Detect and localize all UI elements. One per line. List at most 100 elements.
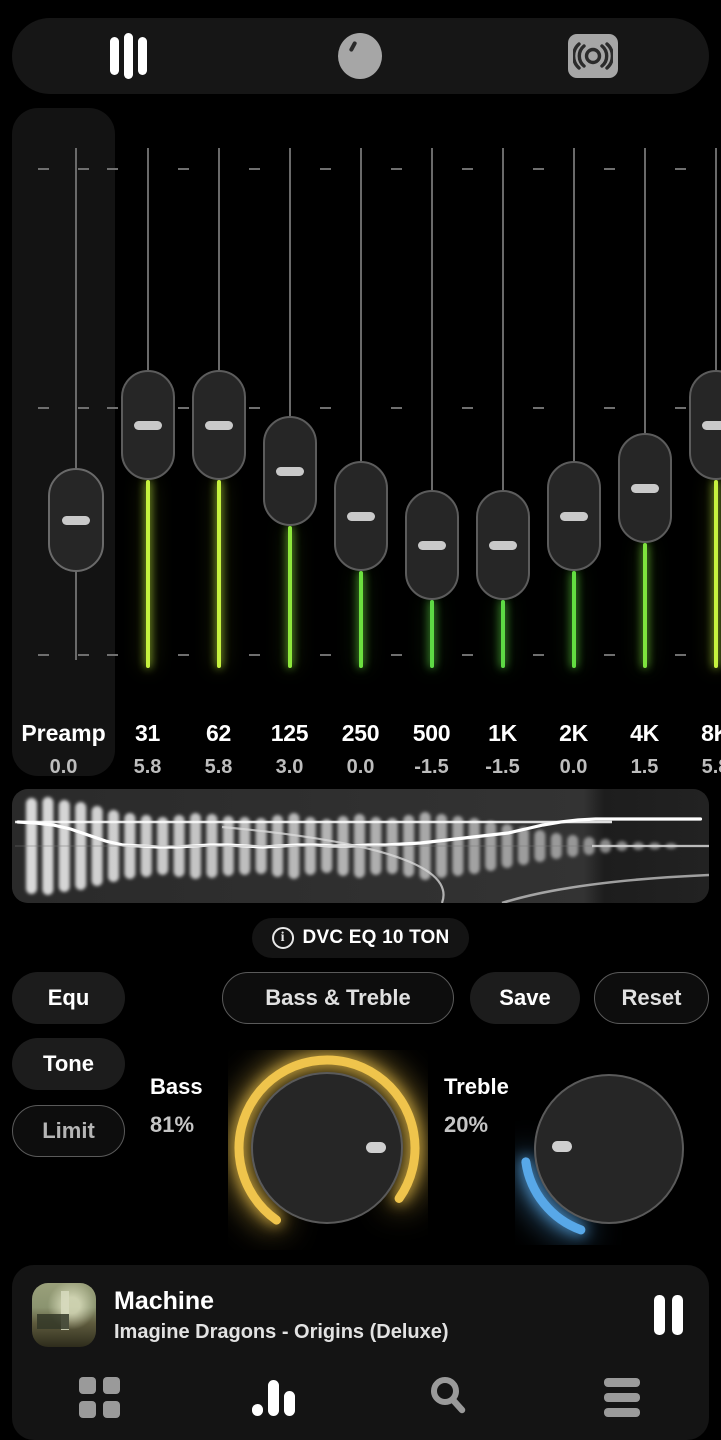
bass-readout: Bass 81%: [150, 1074, 203, 1138]
eq-band-value: 1.5: [630, 756, 659, 778]
eq-band-label: 500: [412, 720, 451, 746]
eq-band-1k[interactable]: 1K -1.5: [467, 108, 538, 780]
preset-name-label: DVC EQ 10 TON: [302, 927, 450, 948]
eq-band-value: -1.5: [485, 756, 520, 778]
eq-band-track: [572, 148, 575, 461]
preamp-slider[interactable]: [12, 108, 115, 776]
bottom-nav-search[interactable]: [361, 1355, 535, 1440]
bottom-nav-menu[interactable]: [535, 1355, 709, 1440]
preamp-track: [75, 148, 77, 660]
eq-band-thumb[interactable]: [262, 416, 317, 526]
top-nav-surround[interactable]: [477, 18, 709, 94]
eq-band-thumb[interactable]: [617, 433, 672, 543]
treble-label: Treble: [444, 1074, 509, 1099]
bass-treble-button[interactable]: Bass & Treble: [222, 972, 454, 1024]
eq-band-label: 125: [270, 720, 309, 746]
knob-icon: [338, 33, 383, 79]
equalizer-bars-icon: [251, 1379, 295, 1416]
eq-band-value: 0.0: [346, 756, 375, 778]
eq-band-125[interactable]: 125 3.0: [254, 108, 325, 780]
preamp-thumb[interactable]: [48, 468, 104, 572]
now-playing-bar[interactable]: Machine Imagine Dragons - Origins (Delux…: [12, 1265, 709, 1365]
eq-band-track: [146, 148, 149, 370]
bottom-navigation-bar: [12, 1355, 709, 1440]
eq-band-value: 5.8: [204, 756, 233, 778]
limit-button[interactable]: Limit: [12, 1105, 125, 1157]
surround-icon: [567, 34, 618, 78]
eq-band-fill: [358, 571, 363, 668]
equalizer-sliders-icon: [109, 33, 147, 79]
eq-band-track: [714, 148, 717, 370]
eq-band-value: 5.8: [133, 756, 162, 778]
menu-icon: [603, 1378, 640, 1417]
track-title: Machine: [114, 1286, 215, 1315]
bass-knob-indicator: [366, 1142, 386, 1153]
eq-band-500[interactable]: 500 -1.5: [396, 108, 467, 780]
bottom-nav-presets[interactable]: [12, 1355, 186, 1440]
preamp-value: 0.0: [49, 756, 78, 778]
eq-band-fill: [571, 571, 576, 668]
eq-band-250[interactable]: 250 0.0: [325, 108, 396, 780]
eq-band-fill: [713, 480, 718, 668]
equalizer-panel: Preamp 0.0 31 5.8 62 5.8 125 3.0 250 0.0 500 -1.5…: [0, 108, 721, 780]
bass-value: 81%: [150, 1112, 195, 1137]
eq-band-fill: [287, 526, 292, 668]
top-nav-tone-knob[interactable]: [244, 18, 476, 94]
bass-label: Bass: [150, 1074, 203, 1099]
eq-band-label: 62: [206, 720, 231, 746]
eq-band-fill: [642, 543, 647, 668]
eq-band-label: 31: [135, 720, 160, 746]
eq-band-fill: [429, 600, 434, 668]
eq-band-track: [217, 148, 220, 370]
eq-band-thumb[interactable]: [404, 490, 459, 600]
search-icon: [426, 1373, 470, 1422]
treble-knob-indicator: [552, 1141, 572, 1152]
reset-button[interactable]: Reset: [594, 972, 709, 1024]
eq-band-track: [359, 148, 362, 461]
eq-band-label: 8K: [701, 720, 721, 746]
eq-band-4k[interactable]: 4K 1.5: [609, 108, 680, 780]
pause-button[interactable]: [654, 1295, 683, 1335]
info-icon: i: [271, 927, 294, 949]
eq-band-track: [430, 148, 433, 490]
tone-button[interactable]: Tone: [12, 1038, 125, 1090]
track-artist: Imagine Dragons - Origins (Deluxe): [114, 1320, 449, 1343]
eq-band-track: [288, 148, 291, 416]
eq-band-fill: [216, 480, 221, 668]
eq-band-label: 1K: [488, 720, 517, 746]
top-nav-equalizer[interactable]: [12, 18, 244, 94]
top-navigation-bar: [12, 18, 709, 94]
eq-band-thumb[interactable]: [120, 370, 175, 480]
grid-icon: [78, 1377, 120, 1418]
preset-name-chip[interactable]: i DVC EQ 10 TON: [251, 918, 470, 958]
eq-band-31[interactable]: 31 5.8: [112, 108, 183, 780]
eq-band-62[interactable]: 62 5.8: [183, 108, 254, 780]
eq-band-track: [643, 148, 646, 433]
eq-band-label: 2K: [559, 720, 588, 746]
eq-band-label: 4K: [630, 720, 659, 746]
treble-value: 20%: [444, 1112, 489, 1137]
eq-band-track: [501, 148, 504, 490]
save-button[interactable]: Save: [470, 972, 580, 1024]
eq-band-fill: [500, 600, 505, 668]
treble-readout: Treble 20%: [444, 1074, 509, 1138]
eq-band-thumb[interactable]: [191, 370, 246, 480]
eq-band-thumb[interactable]: [546, 461, 601, 571]
eq-band-thumb[interactable]: [688, 370, 721, 480]
equ-button[interactable]: Equ: [12, 972, 125, 1024]
eq-band-value: 5.8: [701, 756, 721, 778]
eq-band-thumb[interactable]: [333, 461, 388, 571]
eq-band-value: 3.0: [275, 756, 304, 778]
eq-band-label: 250: [341, 720, 380, 746]
eq-band-fill: [145, 480, 150, 668]
eq-band-thumb[interactable]: [475, 490, 530, 600]
eq-band-value: -1.5: [414, 756, 449, 778]
eq-band-8k[interactable]: 8K5.8: [680, 108, 721, 780]
eq-band-2k[interactable]: 2K 0.0: [538, 108, 609, 780]
eq-band-value: 0.0: [559, 756, 588, 778]
preamp-label: Preamp: [21, 720, 106, 746]
now-playing-text: Machine Imagine Dragons - Origins (Delux…: [114, 1287, 654, 1344]
spectrum-visualizer: [12, 789, 709, 903]
bottom-nav-equalizer[interactable]: [186, 1355, 360, 1440]
album-art: [32, 1283, 96, 1347]
